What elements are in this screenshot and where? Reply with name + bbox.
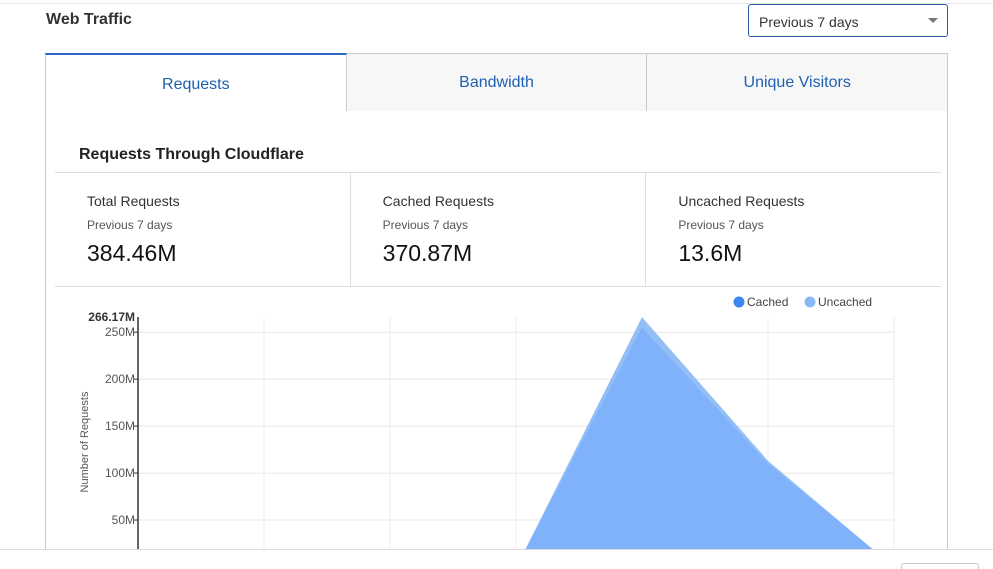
y-axis-title: Number of Requests — [79, 391, 91, 492]
y-tick-label: 250M — [105, 325, 135, 339]
legend-uncached-label: Uncached — [818, 295, 872, 309]
y-max-label: 266.17M — [88, 310, 135, 324]
y-tick-label: 200M — [105, 372, 135, 386]
legend-cached-swatch — [733, 296, 745, 308]
requests-area-chart: 250M 200M 150M 100M 50M 266.17M Number of Requ… — [79, 295, 895, 552]
y-tick-label: 100M — [105, 466, 135, 480]
y-tick-label: 50M — [112, 513, 135, 527]
legend-cached-label: Cached — [747, 295, 788, 309]
cached-area — [524, 327, 876, 552]
corner-button[interactable] — [901, 563, 979, 569]
legend-uncached-swatch — [804, 296, 816, 308]
bottom-bar — [0, 549, 993, 569]
y-tick-label: 150M — [105, 419, 135, 433]
